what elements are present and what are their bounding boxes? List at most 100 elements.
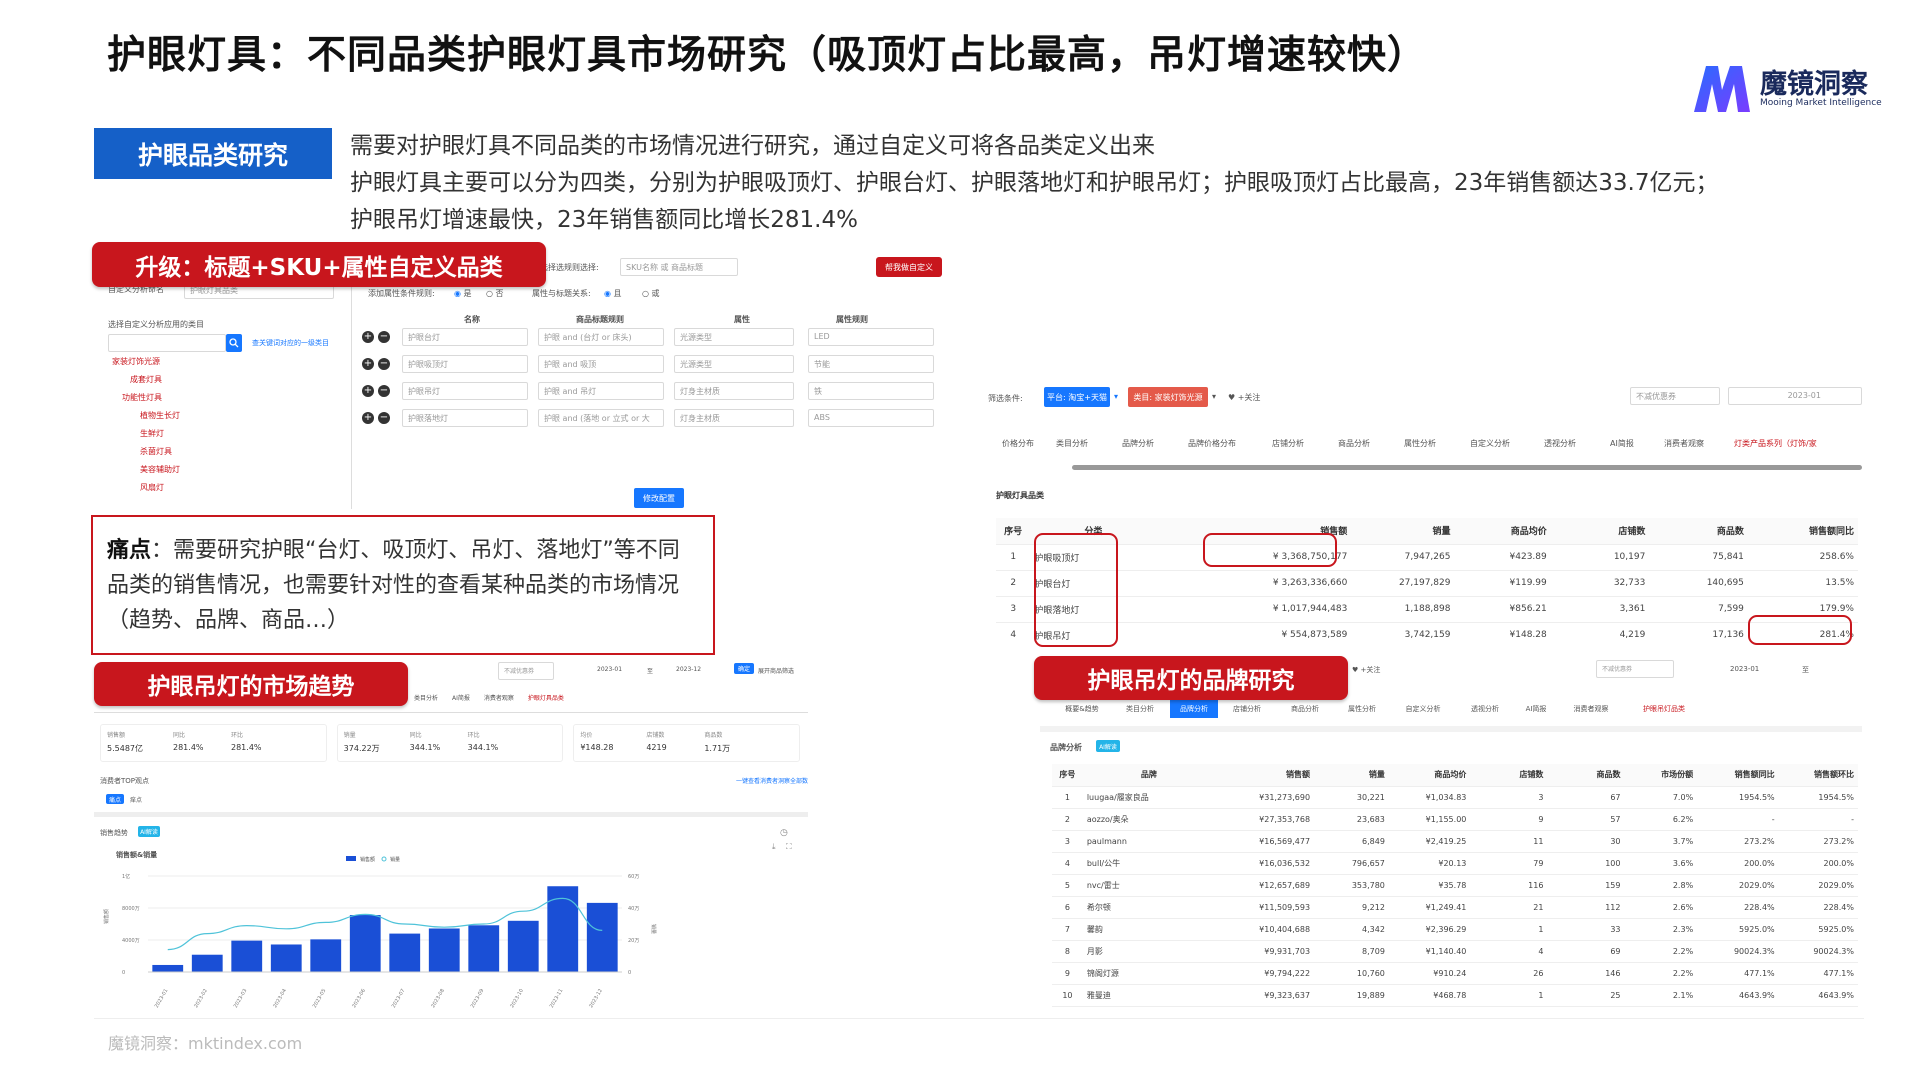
column-header[interactable]: 商品均价 xyxy=(1454,518,1551,544)
remove-row-icon[interactable]: − xyxy=(378,331,390,343)
tab-pain[interactable]: 痛点 xyxy=(106,794,124,804)
category-tab[interactable]: 店铺分析 xyxy=(1272,438,1338,449)
tree-item[interactable]: 风扇灯 xyxy=(112,482,180,500)
consumer-more-link[interactable]: 一键查看消费者洞察全部数据 xyxy=(736,776,808,785)
row-title-rule-input[interactable]: 护眼 and (落地 or 立式 or 大 xyxy=(538,409,664,427)
column-header[interactable]: 商品数 xyxy=(1547,764,1625,786)
sales-bar[interactable] xyxy=(389,933,421,972)
table-row[interactable]: 8 月影 ¥9,931,703 8,709 ¥1,140.40 4 69 2.2% 90024.… xyxy=(1052,940,1858,962)
brand-link[interactable]: paulmann xyxy=(1083,830,1215,852)
rule-select[interactable]: SKU名称 或 商品标题 xyxy=(620,258,738,276)
column-header[interactable]: 市场份额 xyxy=(1624,764,1698,786)
row-attr-select[interactable]: 光源类型 xyxy=(674,355,794,373)
table-row[interactable]: 9 锦阁灯源 ¥9,794,222 10,760 ¥910.24 26 146 2.2% 477… xyxy=(1052,962,1858,984)
brand-follow[interactable]: ♥ +关注 xyxy=(1352,665,1380,675)
clock-icon[interactable]: ◷ xyxy=(780,828,788,838)
add-row-icon[interactable]: + xyxy=(362,358,374,370)
search-icon[interactable] xyxy=(226,334,242,352)
sales-bar[interactable] xyxy=(507,920,539,972)
brand-tab[interactable]: AI简报 xyxy=(1514,700,1558,718)
brand-link[interactable]: luugaa/履家良品 xyxy=(1083,786,1215,808)
column-header[interactable]: 销量 xyxy=(1314,764,1389,786)
column-header[interactable]: 商品数 xyxy=(1649,518,1748,544)
brand-tab[interactable]: 自定义分析 xyxy=(1390,700,1456,718)
date-input[interactable]: 2023-01 xyxy=(1728,387,1862,405)
row-attr-select[interactable]: 光源类型 xyxy=(674,328,794,346)
brand-date[interactable]: 2023-01 xyxy=(1730,665,1759,673)
row-name-input[interactable]: 护眼吸顶灯 xyxy=(402,355,528,373)
add-row-icon[interactable]: + xyxy=(362,412,374,424)
table-row[interactable]: 4 护眼吊灯 ¥ 554,873,589 3,742,159 ¥148.28 4,219 1… xyxy=(996,622,1858,643)
row-title-rule-input[interactable]: 护眼 and 吸顶 xyxy=(538,355,664,373)
custom-add-button[interactable]: 帮我做自定义 xyxy=(876,257,942,277)
category-search-input[interactable] xyxy=(108,334,226,352)
category-tab[interactable]: 商品分析 xyxy=(1338,438,1404,449)
brand-tab[interactable]: 概要&趋势 xyxy=(1054,700,1110,718)
radio-no[interactable]: ○ 否 xyxy=(486,288,504,299)
row-title-rule-input[interactable]: 护眼 and (台灯 or 床头) xyxy=(538,328,664,346)
brand-link[interactable]: 月影 xyxy=(1083,940,1215,962)
category-tab[interactable]: AI简报 xyxy=(1610,438,1664,449)
tree-item[interactable]: 成套灯具 xyxy=(112,374,180,392)
trend-tab[interactable]: AI简报 xyxy=(452,693,470,702)
category-tab[interactable]: 自定义分析 xyxy=(1470,438,1544,449)
remove-row-icon[interactable]: − xyxy=(378,412,390,424)
column-header[interactable]: 销售额 xyxy=(1214,764,1315,786)
add-row-icon[interactable]: + xyxy=(362,331,374,343)
column-header[interactable]: 序号 xyxy=(996,518,1031,544)
tree-item[interactable]: 功能性灯具 xyxy=(112,392,180,410)
column-header[interactable]: 序号 xyxy=(1052,764,1083,786)
table-row[interactable]: 1 护眼吸顶灯 ¥ 3,368,750,177 7,947,265 ¥423.89 10,… xyxy=(996,544,1858,570)
modify-config-button[interactable]: 修改配置 xyxy=(634,488,684,508)
trend-tab[interactable]: 类目分析 xyxy=(414,693,438,702)
brand-link[interactable]: bull/公牛 xyxy=(1083,852,1215,874)
brand-tab[interactable]: 护眼吊灯品类 xyxy=(1624,700,1704,718)
add-row-icon[interactable]: + xyxy=(362,385,374,397)
radio-or[interactable]: ○ 或 xyxy=(642,288,660,299)
sales-bar[interactable] xyxy=(586,902,618,972)
column-header[interactable]: 店铺数 xyxy=(1550,518,1650,544)
remove-row-icon[interactable]: − xyxy=(378,385,390,397)
table-row[interactable]: 3 paulmann ¥16,569,477 6,849 ¥2,419.25 11 30 3.… xyxy=(1052,830,1858,852)
category-search-hint[interactable]: 查关键词对应的一级类目 xyxy=(252,338,329,348)
row-attr-select[interactable]: 灯身主材质 xyxy=(674,409,794,427)
brand-link[interactable]: aozzo/奥朵 xyxy=(1083,808,1215,830)
brand-link[interactable]: 锦阁灯源 xyxy=(1083,962,1215,984)
column-header[interactable]: 店铺数 xyxy=(1470,764,1548,786)
table-row[interactable]: 2 aozzo/奥朵 ¥27,353,768 23,683 ¥1,155.00 9 57 6.… xyxy=(1052,808,1858,830)
brand-link[interactable]: nvc/雷士 xyxy=(1083,874,1215,896)
row-attr-rule-input[interactable]: ABS xyxy=(808,409,934,427)
category-tab[interactable]: 类目分析 xyxy=(1056,438,1122,449)
table-row[interactable]: 7 馨韵 ¥10,404,688 4,342 ¥2,396.29 1 33 2.3% 5925.… xyxy=(1052,918,1858,940)
row-attr-rule-input[interactable]: LED xyxy=(808,328,934,346)
horizontal-scrollbar[interactable] xyxy=(1072,465,1862,470)
table-row[interactable]: 6 希尔顿 ¥11,509,593 9,212 ¥1,249.41 21 112 2.6% 22… xyxy=(1052,896,1858,918)
trend-tab[interactable]: 消费者观察 xyxy=(484,693,514,702)
tree-item[interactable]: 植物生长灯 xyxy=(112,410,180,428)
category-tab[interactable]: 透视分析 xyxy=(1544,438,1610,449)
trend-confirm-button[interactable]: 确定 xyxy=(734,663,754,674)
chevron-down-icon[interactable]: ▾ xyxy=(1212,392,1216,401)
brand-tab[interactable]: 透视分析 xyxy=(1456,700,1514,718)
row-name-input[interactable]: 护眼吊灯 xyxy=(402,382,528,400)
category-filter[interactable]: 类目: 家装灯饰光源 xyxy=(1128,387,1208,407)
sales-bar[interactable] xyxy=(310,939,342,972)
table-row[interactable]: 3 护眼落地灯 ¥ 1,017,944,483 1,188,898 ¥856.21 3,3… xyxy=(996,596,1858,622)
sales-bar[interactable] xyxy=(191,954,223,972)
sales-bar[interactable] xyxy=(428,928,460,972)
category-tab[interactable]: 属性分析 xyxy=(1404,438,1470,449)
tab-itch[interactable]: 痒点 xyxy=(130,795,142,804)
sales-bar[interactable] xyxy=(270,944,302,972)
table-row[interactable]: 10 雅曼迪 ¥9,323,637 19,889 ¥468.78 1 25 2.1% 4643.… xyxy=(1052,984,1858,1006)
brand-discount-select[interactable]: 不减优惠券 xyxy=(1596,660,1674,678)
tree-item[interactable]: 生鲜灯 xyxy=(112,428,180,446)
remove-row-icon[interactable]: − xyxy=(378,358,390,370)
brand-tab[interactable]: 消费者观察 xyxy=(1558,700,1624,718)
category-tab[interactable]: 价格分布 xyxy=(1002,438,1056,449)
brand-link[interactable]: 雅曼迪 xyxy=(1083,984,1215,1006)
row-attr-rule-input[interactable]: 节能 xyxy=(808,355,934,373)
sales-bar[interactable] xyxy=(152,964,184,972)
column-header[interactable]: 销售额同比 xyxy=(1747,518,1858,544)
row-name-input[interactable]: 护眼台灯 xyxy=(402,328,528,346)
column-header[interactable]: 品牌 xyxy=(1082,764,1215,786)
